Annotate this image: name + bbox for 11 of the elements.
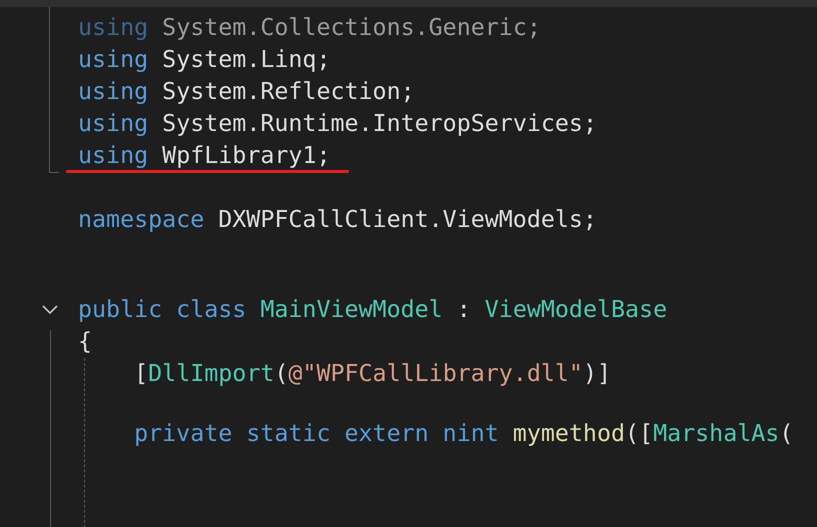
code-line: namespace DXWPFCallClient.ViewModels; <box>78 205 597 235</box>
code-line: private static extern nint mymethod([MarshalAs( <box>133 419 794 449</box>
chevron-down-icon[interactable] <box>41 304 59 316</box>
code-line: using System.Runtime.InteropServices; <box>78 109 597 139</box>
code-line: using System.Reflection; <box>78 77 415 107</box>
code-line: [DllImport(@"WPFCallLibrary.dll")] <box>133 359 612 389</box>
code-line: { <box>78 327 92 357</box>
code-line: using System.Linq; <box>78 45 330 75</box>
code-line: using System.Collections.Generic; <box>78 13 541 43</box>
code-line: public class MainViewModel : ViewModelBase <box>78 295 668 325</box>
code-line: using WpfLibrary1; <box>78 141 330 171</box>
